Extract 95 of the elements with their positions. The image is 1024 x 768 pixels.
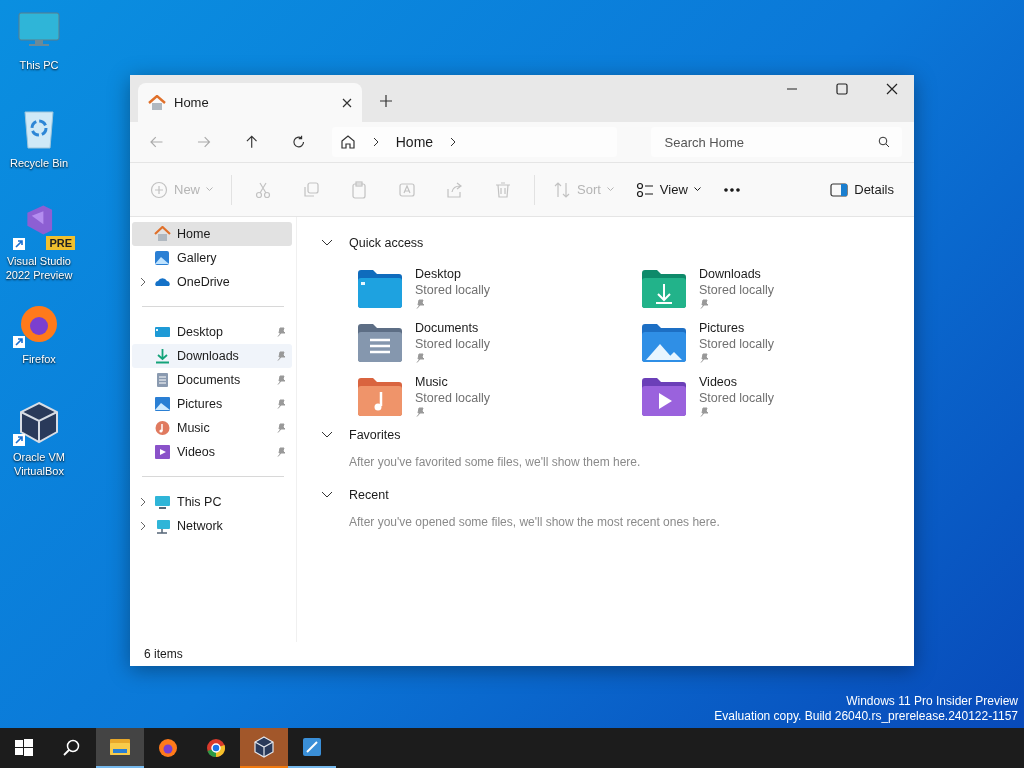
folder-name[interactable]: Pictures <box>699 321 775 335</box>
search-field[interactable]: Search Home <box>650 127 902 157</box>
folder-icon[interactable] <box>358 324 402 362</box>
home-icon <box>154 226 171 242</box>
browser-icon <box>205 737 227 759</box>
folder-location: Stored locally <box>699 391 775 405</box>
sidebar-item[interactable]: Documents <box>132 368 292 392</box>
toolbar-button[interactable]: View <box>627 173 709 206</box>
pc-icon <box>154 494 171 510</box>
expand-chevron-icon[interactable] <box>140 277 146 287</box>
folder-icon[interactable] <box>358 378 402 416</box>
section-header[interactable]: Quick access <box>349 236 424 250</box>
details-button[interactable]: Details <box>822 173 902 206</box>
refresh-icon[interactable] <box>292 135 306 149</box>
folder-icon[interactable] <box>358 270 402 308</box>
sidebar-item[interactable]: Videos <box>132 440 292 464</box>
desktop-icon <box>154 324 171 340</box>
pin-icon <box>276 399 286 409</box>
caret-icon <box>693 187 701 192</box>
folder-name[interactable]: Desktop <box>415 267 491 281</box>
shortcut-arrow-icon <box>13 336 25 348</box>
windows-logo-icon <box>13 737 35 759</box>
taskbar-app-button[interactable] <box>240 728 288 768</box>
caret-icon <box>206 187 213 192</box>
pin-icon <box>276 327 286 337</box>
sidebar-item[interactable]: Pictures <box>132 392 292 416</box>
gallery-icon <box>154 250 171 266</box>
folder-icon[interactable] <box>642 378 686 416</box>
folder-name[interactable]: Documents <box>415 321 491 335</box>
folder-name[interactable]: Videos <box>699 375 775 389</box>
desktop-icon-label[interactable]: This PC <box>19 58 59 72</box>
downloads-icon <box>154 348 171 364</box>
shortcut-arrow-icon <box>13 434 25 446</box>
item-count: 6 items <box>144 647 183 661</box>
panel-icon <box>830 182 849 197</box>
empty-message: After you've favorited some files, we'll show them here. <box>349 455 642 469</box>
sidebar-item[interactable]: Network <box>132 514 292 538</box>
folder-location: Stored locally <box>699 337 775 351</box>
pin-icon <box>276 351 286 361</box>
desktop-icon-label[interactable]: Recycle Bin <box>9 156 69 170</box>
sidebar-item[interactable]: This PC <box>132 490 292 514</box>
shortcut-arrow-icon <box>13 238 25 250</box>
home-icon <box>339 134 356 150</box>
preview-badge: PRE <box>46 236 75 250</box>
evaluation-notice: Evaluation copy. Build 26040.rs_prerelease.240122-1157 <box>714 709 1018 724</box>
search-icon <box>878 136 890 148</box>
chevron-right-icon <box>371 137 380 147</box>
evaluation-notice: Windows 11 Pro Insider Preview <box>846 694 1018 709</box>
up-arrow-icon[interactable] <box>244 135 259 149</box>
pin-icon <box>276 447 286 457</box>
section-header[interactable]: Recent <box>349 488 389 502</box>
desktop-icon-label[interactable]: Oracle VM VirtualBox <box>0 450 78 478</box>
folder-icon <box>109 736 131 758</box>
chevron-right-icon[interactable] <box>449 137 458 147</box>
folder-location: Stored locally <box>415 337 491 351</box>
close-tab-icon[interactable] <box>342 97 352 108</box>
pin-icon <box>276 423 286 433</box>
cube-icon <box>253 736 275 758</box>
network-icon <box>154 518 171 534</box>
desktop-icon-label[interactable]: Visual Studio 2022 Preview <box>0 254 78 282</box>
sidebar-item[interactable]: Gallery <box>132 246 292 270</box>
folder-icon[interactable] <box>642 324 686 362</box>
expand-chevron-icon[interactable] <box>140 521 146 531</box>
documents-icon <box>154 372 171 388</box>
sidebar-item[interactable]: Music <box>132 416 292 440</box>
expand-chevron-icon[interactable] <box>140 497 146 507</box>
maximize-icon[interactable] <box>836 83 848 95</box>
folder-location: Stored locally <box>415 391 491 405</box>
tab[interactable]: Home <box>138 83 362 122</box>
new-tab-icon[interactable] <box>380 95 392 107</box>
app-icon[interactable] <box>17 400 61 444</box>
folder-location: Stored locally <box>699 283 775 297</box>
close-icon[interactable] <box>886 83 898 95</box>
sidebar-item[interactable]: Downloads <box>132 344 292 368</box>
taskbar-app-button[interactable] <box>96 728 144 768</box>
browser-icon <box>157 737 179 759</box>
caret-icon <box>606 187 614 192</box>
desktop-icon-label[interactable]: Firefox <box>22 352 56 366</box>
breadcrumb-item[interactable]: Home <box>395 134 434 150</box>
app-icon <box>301 736 323 758</box>
address-bar[interactable]: Home <box>331 127 617 157</box>
videos-icon <box>154 444 171 460</box>
empty-message: After you've opened some files, we'll show the most recent ones here. <box>349 515 721 529</box>
house-icon <box>148 94 166 111</box>
sidebar-item[interactable]: Desktop <box>132 320 292 344</box>
folder-location: Stored locally <box>415 283 491 297</box>
sidebar-item[interactable]: Home <box>132 222 292 246</box>
music-icon <box>154 420 171 436</box>
pictures-icon <box>154 396 171 412</box>
folder-name[interactable]: Music <box>415 375 491 389</box>
folder-icon[interactable] <box>642 270 686 308</box>
section-header[interactable]: Favorites <box>349 428 401 442</box>
sidebar-item[interactable]: OneDrive <box>132 270 292 294</box>
folder-name[interactable]: Downloads <box>699 267 775 281</box>
pin-icon <box>276 375 286 385</box>
